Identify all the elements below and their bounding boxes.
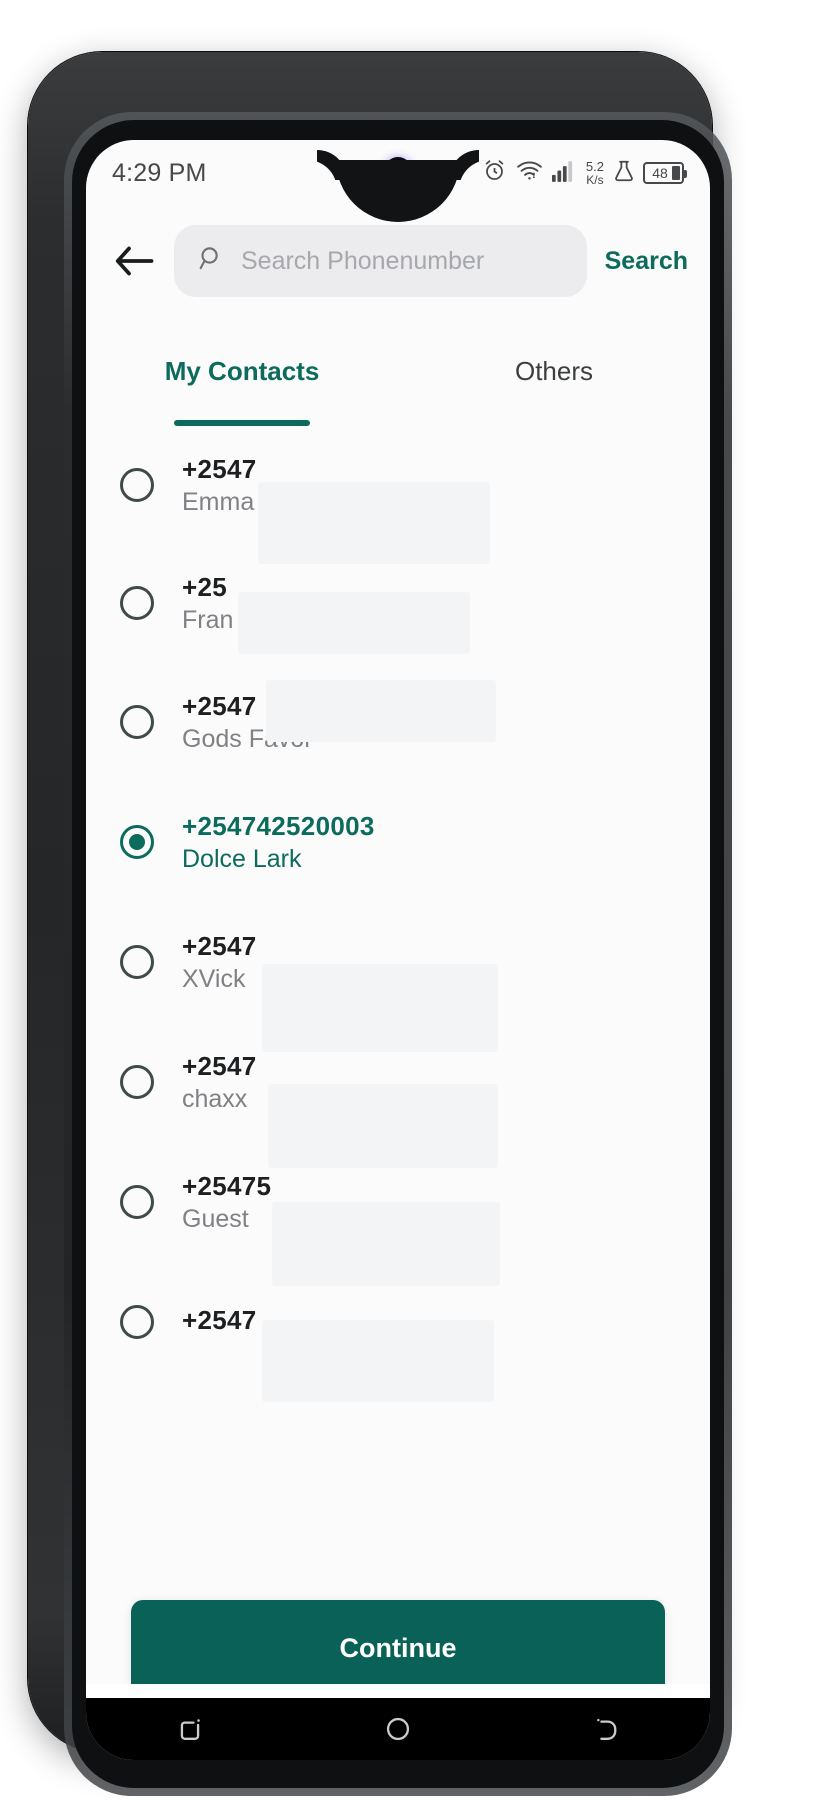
contact-radio-selected[interactable] bbox=[120, 825, 154, 859]
contact-name: Guest bbox=[182, 1204, 249, 1233]
contact-row-selected[interactable]: +254742520003 Dolce Lark bbox=[86, 782, 710, 902]
contact-row[interactable]: +25 Fran bbox=[86, 544, 710, 662]
android-navigation-bar bbox=[86, 1698, 710, 1760]
contact-name: Dolce Lark bbox=[182, 844, 302, 873]
back-button[interactable] bbox=[108, 235, 160, 287]
home-circle-icon[interactable] bbox=[353, 1698, 443, 1760]
tab-bar: My Contacts Others bbox=[86, 316, 710, 426]
phone-frame: 4:29 PM 5.2 K/s 48 Search Phonenumber Se… bbox=[28, 52, 732, 1796]
contact-radio[interactable] bbox=[120, 705, 154, 739]
contact-row[interactable]: +2547 bbox=[86, 1262, 710, 1382]
battery-indicator: 48 bbox=[643, 162, 687, 184]
signal-bars-icon bbox=[551, 160, 576, 187]
contact-row[interactable]: +2547 chaxx bbox=[86, 1022, 710, 1142]
contact-phone: +2547 bbox=[182, 690, 257, 721]
contact-radio[interactable] bbox=[120, 586, 154, 620]
network-speed-value: 5.2 bbox=[585, 159, 604, 175]
contact-phone: +254742520003 bbox=[182, 810, 375, 841]
contact-radio[interactable] bbox=[120, 1185, 154, 1219]
contact-radio[interactable] bbox=[120, 1065, 154, 1099]
contact-radio[interactable] bbox=[120, 1305, 154, 1339]
contact-name: XVick bbox=[182, 964, 246, 993]
contact-row[interactable]: +2547 Gods Favor bbox=[86, 662, 710, 782]
footer-actions: Continue bbox=[86, 1600, 710, 1696]
tab-my-contacts-label: My Contacts bbox=[164, 355, 320, 386]
battery-level: 48 bbox=[652, 165, 668, 181]
status-clock: 4:29 PM bbox=[112, 158, 207, 187]
search-input[interactable]: Search Phonenumber bbox=[174, 225, 587, 297]
phone-screen: 4:29 PM 5.2 K/s 48 Search Phonenumber Se… bbox=[86, 140, 710, 1760]
search-submit-button[interactable]: Search bbox=[601, 247, 688, 276]
flask-icon bbox=[614, 160, 634, 187]
tab-others-label: Others bbox=[514, 355, 594, 386]
contact-name: Emma bbox=[182, 487, 255, 516]
phone-bezel: 4:29 PM 5.2 K/s 48 Search Phonenumber Se… bbox=[72, 120, 724, 1788]
contact-row[interactable]: +25475 Guest bbox=[86, 1142, 710, 1262]
contact-row[interactable]: +2547 XVick bbox=[86, 902, 710, 1022]
tab-my-contacts[interactable]: My Contacts bbox=[86, 316, 398, 426]
contact-phone: +25475 bbox=[182, 1170, 272, 1201]
contact-phone: +2547 bbox=[182, 930, 257, 961]
continue-button[interactable]: Continue bbox=[131, 1600, 665, 1696]
wifi-icon bbox=[516, 159, 543, 187]
contact-phone: +2547 bbox=[182, 1305, 257, 1335]
contact-row[interactable]: +2547 Emma bbox=[86, 426, 710, 544]
contact-radio[interactable] bbox=[120, 945, 154, 979]
network-speed-indicator: 5.2 K/s bbox=[585, 159, 604, 187]
search-placeholder-text: Search Phonenumber bbox=[241, 246, 485, 275]
app-bar: Search Phonenumber Search bbox=[86, 206, 710, 316]
recents-icon[interactable] bbox=[145, 1698, 235, 1760]
search-icon bbox=[198, 245, 225, 277]
network-speed-unit: K/s bbox=[586, 172, 604, 187]
contact-radio[interactable] bbox=[120, 468, 154, 502]
footer-spacer bbox=[86, 1684, 710, 1698]
back-gesture-icon[interactable] bbox=[561, 1698, 651, 1760]
contact-name: chaxx bbox=[182, 1084, 248, 1113]
contact-phone: +25 bbox=[182, 571, 228, 602]
contact-name: Gods Favor bbox=[182, 724, 313, 753]
contact-list[interactable]: +2547 Emma +25 Fran +2547 Gods Favor +25… bbox=[86, 426, 710, 1658]
status-icons: 5.2 K/s 48 bbox=[482, 158, 687, 188]
tab-active-indicator bbox=[174, 420, 310, 426]
contact-phone: +2547 bbox=[182, 453, 257, 484]
screenshot-canvas: 4:29 PM 5.2 K/s 48 Search Phonenumber Se… bbox=[0, 0, 840, 1800]
tab-others[interactable]: Others bbox=[398, 316, 710, 426]
contact-name: Fran bbox=[182, 605, 234, 634]
contact-phone: +2547 bbox=[182, 1050, 257, 1081]
